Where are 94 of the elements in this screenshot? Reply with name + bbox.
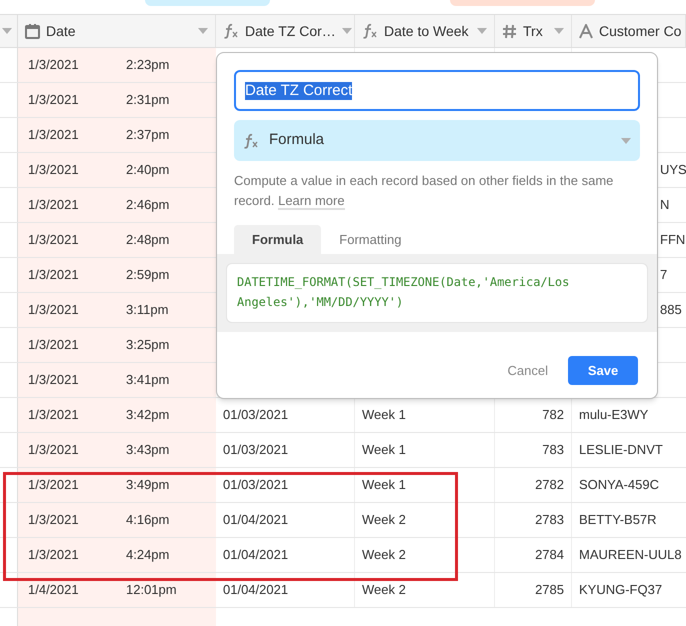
date-text: 1/3/2021: [28, 546, 80, 564]
field-name-input[interactable]: Date TZ Correct: [234, 70, 640, 111]
table-cell-text: Week 1: [362, 441, 406, 460]
table-cell-text: N: [660, 196, 670, 214]
column-title: Customer Co: [599, 22, 682, 40]
table-cell-text: Week 2: [362, 511, 406, 530]
table-cell-text: FFN: [660, 231, 686, 250]
time-text: 2:40pm: [126, 161, 170, 180]
date-text: 1/3/2021: [28, 266, 80, 284]
table-cell-text: 7: [660, 266, 668, 284]
table-cell-text: 01/03/2021: [223, 406, 288, 424]
date-text: 1/3/2021: [28, 301, 80, 320]
time-text: 4:16pm: [126, 511, 170, 530]
table-cell-text: KYUNG-FQ37: [579, 581, 662, 600]
date-text: 1/3/2021: [28, 161, 80, 180]
cancel-button[interactable]: Cancel: [508, 360, 548, 380]
column-header[interactable]: Date to Week: [355, 15, 495, 47]
date-text: 1/3/2021: [28, 56, 80, 74]
table-cell-text: 885: [660, 301, 682, 320]
table-cell-text: Week 2: [362, 581, 406, 600]
table-cell-text: 01/03/2021: [223, 441, 288, 460]
table-cell-text: 01/04/2021: [223, 581, 288, 600]
caret-icon: [477, 28, 487, 34]
hash-icon: [502, 24, 517, 38]
time-text: 3:11pm: [126, 301, 168, 320]
time-text: 2:23pm: [126, 56, 170, 74]
time-text: 2:46pm: [126, 196, 170, 214]
column-header[interactable]: Trx: [495, 15, 572, 47]
column-header[interactable]: Date TZ Cor…: [216, 15, 355, 47]
view-tab[interactable]: [450, 0, 595, 6]
formula-icon: [243, 132, 259, 148]
time-text: 2:59pm: [126, 266, 170, 284]
view-tab[interactable]: [145, 0, 270, 6]
time-text: 2:37pm: [126, 126, 170, 144]
caret-icon: [554, 28, 564, 34]
time-text: 4:24pm: [126, 546, 170, 564]
editor-tab[interactable]: Formatting: [321, 225, 420, 254]
editor-tab[interactable]: Formula: [234, 225, 322, 254]
column-header[interactable]: Date: [18, 15, 216, 47]
column-title: Date TZ Cor…: [245, 22, 336, 40]
date-text: 1/3/2021: [28, 406, 80, 424]
column-header[interactable]: Customer Co: [572, 15, 686, 47]
date-text: 1/3/2021: [28, 371, 80, 390]
table-cell-text: 2785: [535, 581, 564, 600]
time-text: 3:41pm: [126, 371, 170, 390]
date-text: 1/4/2021: [28, 581, 80, 600]
date-text: 1/3/2021: [28, 336, 80, 354]
table-cell-text: 01/04/2021: [223, 511, 288, 530]
table-cell-text: SONYA-459C: [579, 476, 659, 494]
table-cell-text: mulu-E3WY: [579, 406, 648, 424]
formula-icon: [223, 23, 239, 39]
table-cell-text: LESLIE-DNVT: [579, 441, 663, 460]
time-text: 3:25pm: [126, 336, 170, 354]
caret-icon: [342, 28, 352, 34]
date-text: 1/3/2021: [28, 441, 80, 460]
learn-more-link[interactable]: Learn more: [278, 193, 345, 210]
caret-icon: [2, 28, 12, 34]
table-cell-text: Week 2: [362, 546, 406, 564]
text-icon: [579, 24, 593, 38]
caret-icon: [621, 138, 631, 144]
column-title: Trx: [523, 22, 543, 40]
date-text: 1/3/2021: [28, 126, 80, 144]
formula-editor[interactable]: DATETIME_FORMAT(SET_TIMEZONE(Date,'America/Los Angeles'),'MM/DD/YYYY'): [226, 263, 648, 323]
table-cell-text: 2783: [535, 511, 564, 530]
column-title: Date: [46, 22, 76, 40]
table-cell-text: Week 1: [362, 476, 406, 494]
field-description: Compute a value in each record based on other fields in the same record. Learn more: [234, 172, 614, 211]
date-text: 1/3/2021: [28, 511, 80, 530]
save-button[interactable]: Save: [568, 356, 638, 385]
time-text: 12:01pm: [126, 581, 177, 600]
field-type-select[interactable]: Formula: [234, 120, 640, 161]
column-title: Date to Week: [384, 22, 469, 40]
formula-icon: [362, 23, 378, 39]
calendar-icon: [25, 24, 40, 38]
table-cell-text: BETTY-B57R: [579, 511, 657, 530]
time-text: 3:43pm: [126, 441, 170, 460]
table-cell-text: Week 1: [362, 406, 406, 424]
date-text: 1/3/2021: [28, 91, 80, 110]
table-cell-text: UYS: [660, 161, 686, 180]
table-cell-text: 2784: [535, 546, 564, 564]
table-cell-text: 783: [542, 441, 564, 460]
table-cell-text: MAUREEN-UUL8: [579, 546, 682, 564]
time-text: 3:42pm: [126, 406, 170, 424]
date-text: 1/3/2021: [28, 196, 80, 214]
time-text: 2:31pm: [126, 91, 170, 110]
table-cell-text: 01/04/2021: [223, 546, 288, 564]
date-text: 1/3/2021: [28, 476, 80, 494]
time-text: 3:49pm: [126, 476, 170, 494]
caret-icon: [198, 28, 208, 34]
table-cell-text: 782: [542, 406, 564, 424]
date-text: 1/3/2021: [28, 231, 80, 250]
table-cell-text: 2782: [535, 476, 564, 494]
table-cell-text: 01/03/2021: [223, 476, 288, 494]
time-text: 2:48pm: [126, 231, 170, 250]
